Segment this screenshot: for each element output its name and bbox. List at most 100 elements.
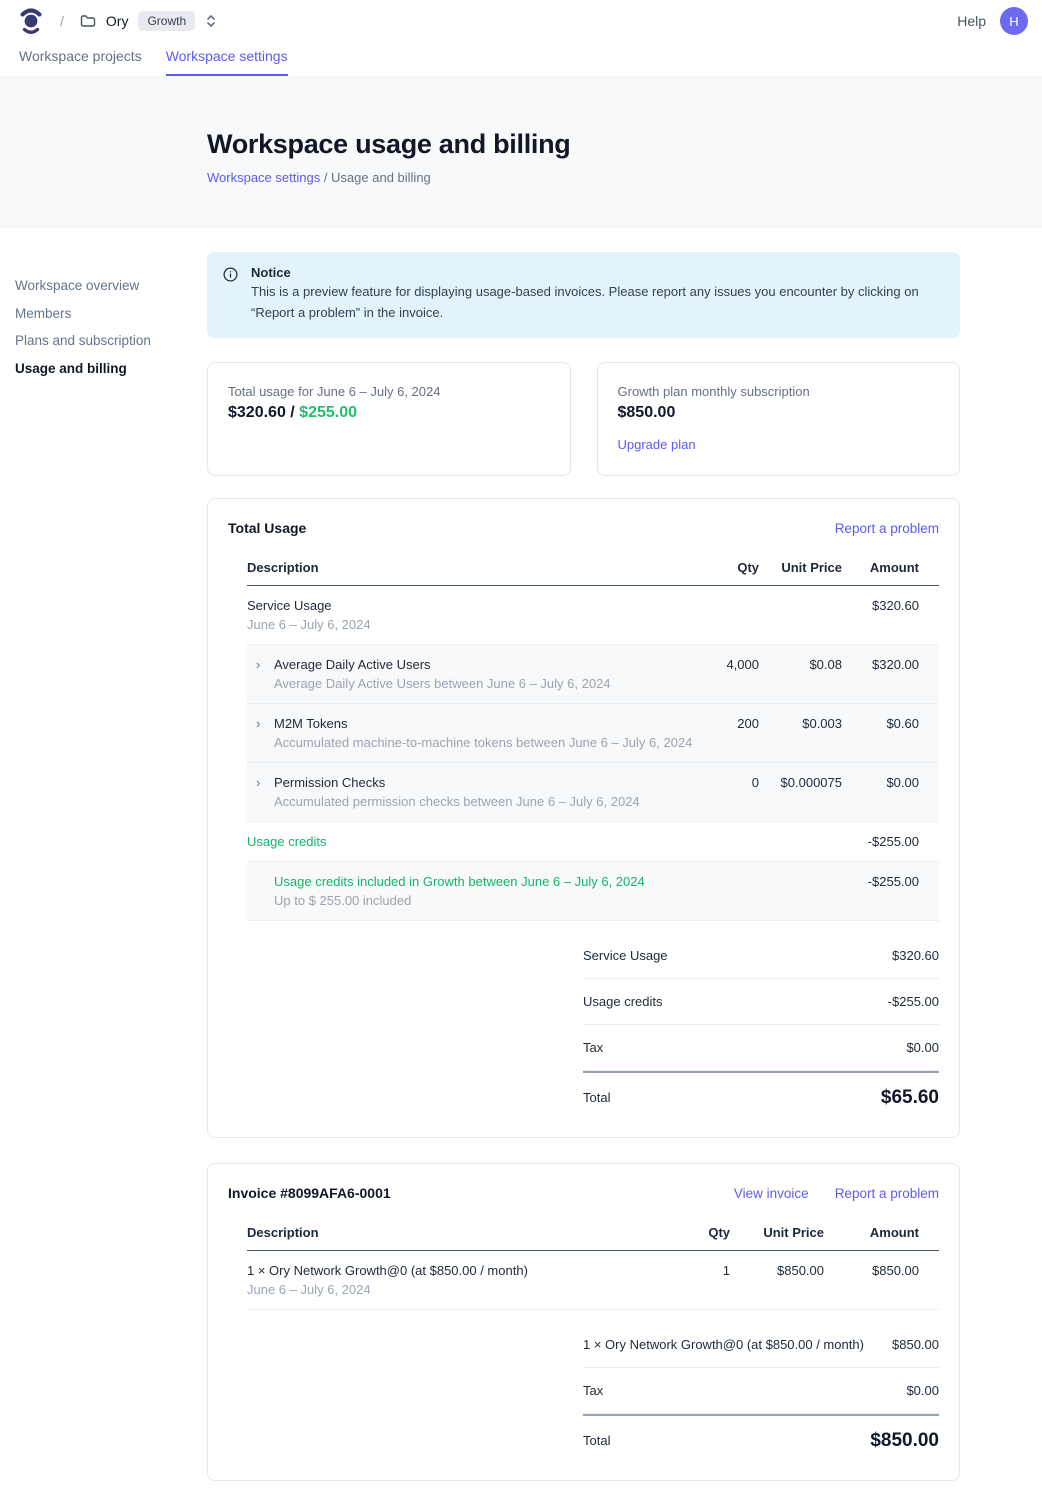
invoice-summary: 1 × Ory Network Growth@0 (at $850.00 / m… bbox=[583, 1322, 939, 1460]
col-qty: Qty bbox=[699, 560, 759, 575]
settings-sidenav: Workspace overview Members Plans and sub… bbox=[15, 278, 185, 388]
col-amount: Amount bbox=[824, 1225, 939, 1240]
ory-logo-icon[interactable] bbox=[20, 6, 42, 36]
page-header: Workspace usage and billing Workspace se… bbox=[0, 76, 1042, 228]
page-title: Workspace usage and billing bbox=[207, 129, 1042, 160]
col-qty: Qty bbox=[674, 1225, 730, 1240]
row-amount: $0.60 bbox=[842, 716, 939, 731]
row-amount: $850.00 bbox=[824, 1263, 939, 1278]
row-title: Average Daily Active Users bbox=[274, 657, 611, 672]
notice-title: Notice bbox=[251, 265, 941, 280]
tab-workspace-projects[interactable]: Workspace projects bbox=[19, 48, 142, 76]
row-title: M2M Tokens bbox=[274, 716, 692, 731]
workspace-switcher-icon[interactable] bbox=[205, 14, 217, 28]
usage-summary: Service Usage $320.60 Usage credits -$25… bbox=[583, 933, 939, 1117]
usage-credit-amount: $255.00 bbox=[299, 404, 357, 421]
subscription-card: Growth plan monthly subscription $850.00… bbox=[597, 362, 961, 476]
table-row-usage-credits-detail: Usage credits included in Growth between… bbox=[247, 862, 939, 921]
user-avatar[interactable]: H bbox=[1000, 7, 1028, 35]
subscription-value: $850.00 bbox=[618, 404, 940, 422]
summary-label: Service Usage bbox=[583, 948, 668, 963]
total-usage-card: Total usage for June 6 – July 6, 2024 $3… bbox=[207, 362, 571, 476]
breadcrumb-current: / Usage and billing bbox=[320, 170, 431, 185]
row-unit-price: $0.08 bbox=[759, 657, 842, 672]
invoice-table-header: Description Qty Unit Price Amount bbox=[247, 1219, 939, 1251]
summary-value: $0.00 bbox=[906, 1383, 939, 1398]
workspace-tabs: Workspace projects Workspace settings bbox=[0, 42, 1042, 76]
notice-body: This is a preview feature for displaying… bbox=[251, 282, 941, 324]
invoice-table: Description Qty Unit Price Amount 1 × Or… bbox=[247, 1219, 939, 1310]
invoice-title: Invoice #8099AFA6-0001 bbox=[228, 1185, 391, 1201]
table-row-daily-active-users: › Average Daily Active Users Average Dai… bbox=[247, 645, 939, 704]
summary-row-total: Total $65.60 bbox=[583, 1071, 939, 1117]
tab-workspace-settings[interactable]: Workspace settings bbox=[166, 48, 288, 76]
sidebar-item-members[interactable]: Members bbox=[15, 306, 185, 321]
report-problem-link[interactable]: Report a problem bbox=[835, 1186, 939, 1201]
total-usage-panel: Total Usage Report a problem Description… bbox=[207, 498, 960, 1138]
summary-label: Tax bbox=[583, 1383, 603, 1398]
expand-chevron-icon[interactable]: › bbox=[247, 716, 274, 750]
sidebar-item-plans-and-subscription[interactable]: Plans and subscription bbox=[15, 333, 185, 348]
usage-table-header: Description Qty Unit Price Amount bbox=[247, 554, 939, 586]
summary-label: Tax bbox=[583, 1040, 603, 1055]
table-row-usage-credits: Usage credits -$255.00 bbox=[247, 822, 939, 862]
row-amount: -$255.00 bbox=[842, 834, 939, 849]
row-amount: $0.00 bbox=[842, 775, 939, 790]
sidebar-item-workspace-overview[interactable]: Workspace overview bbox=[15, 278, 185, 293]
row-subtitle: Accumulated permission checks between Ju… bbox=[274, 794, 640, 809]
sidebar-item-usage-and-billing[interactable]: Usage and billing bbox=[15, 361, 185, 376]
col-amount: Amount bbox=[842, 560, 939, 575]
summary-value: $0.00 bbox=[906, 1040, 939, 1055]
row-title: 1 × Ory Network Growth@0 (at $850.00 / m… bbox=[247, 1263, 674, 1278]
row-title: Permission Checks bbox=[274, 775, 640, 790]
usage-amount: $320.60 / bbox=[228, 404, 299, 421]
subscription-label: Growth plan monthly subscription bbox=[618, 384, 940, 399]
summary-total-value: $65.60 bbox=[881, 1087, 939, 1109]
summary-label: Total bbox=[583, 1090, 610, 1105]
help-link[interactable]: Help bbox=[957, 13, 986, 29]
invoice-panel: Invoice #8099AFA6-0001 View invoice Repo… bbox=[207, 1163, 960, 1481]
summary-value: $320.60 bbox=[892, 948, 939, 963]
summary-label: Total bbox=[583, 1433, 610, 1448]
row-amount: -$255.00 bbox=[842, 874, 939, 889]
workspace-name[interactable]: Ory bbox=[106, 13, 129, 29]
col-description: Description bbox=[247, 560, 699, 575]
row-subtitle: Average Daily Active Users between June … bbox=[274, 676, 611, 691]
row-unit-price: $0.000075 bbox=[759, 775, 842, 790]
row-unit-price: $850.00 bbox=[730, 1263, 824, 1278]
expand-chevron-icon[interactable]: › bbox=[247, 657, 274, 691]
breadcrumb-link-workspace-settings[interactable]: Workspace settings bbox=[207, 170, 320, 185]
table-row-growth-plan: 1 × Ory Network Growth@0 (at $850.00 / m… bbox=[247, 1251, 939, 1310]
report-problem-link[interactable]: Report a problem bbox=[835, 521, 939, 536]
summary-total-value: $850.00 bbox=[870, 1430, 939, 1452]
view-invoice-link[interactable]: View invoice bbox=[734, 1186, 809, 1201]
summary-row-total: Total $850.00 bbox=[583, 1414, 939, 1460]
breadcrumb: Workspace settings / Usage and billing bbox=[207, 170, 1042, 185]
expand-chevron-icon[interactable]: › bbox=[247, 775, 274, 809]
row-subtitle: June 6 – July 6, 2024 bbox=[247, 617, 699, 632]
row-unit-price: $0.003 bbox=[759, 716, 842, 731]
breadcrumb-separator: / bbox=[60, 13, 64, 29]
row-subtitle: June 6 – July 6, 2024 bbox=[247, 1282, 674, 1297]
top-bar: / Ory Growth Help H bbox=[0, 0, 1042, 42]
table-row-service-usage: Service Usage June 6 – July 6, 2024 $320… bbox=[247, 586, 939, 645]
usage-panel-title: Total Usage bbox=[228, 520, 306, 536]
row-amount: $320.60 bbox=[842, 598, 939, 613]
summary-row-tax: Tax $0.00 bbox=[583, 1025, 939, 1071]
summary-value: -$255.00 bbox=[888, 994, 939, 1009]
row-qty: 4,000 bbox=[699, 657, 759, 672]
upgrade-plan-link[interactable]: Upgrade plan bbox=[618, 437, 696, 452]
summary-row-service-usage: Service Usage $320.60 bbox=[583, 933, 939, 979]
row-qty: 200 bbox=[699, 716, 759, 731]
preview-notice: Notice This is a preview feature for dis… bbox=[207, 252, 960, 338]
col-unit-price: Unit Price bbox=[730, 1225, 824, 1240]
total-usage-label: Total usage for June 6 – July 6, 2024 bbox=[228, 384, 550, 399]
row-qty: 0 bbox=[699, 775, 759, 790]
plan-badge: Growth bbox=[138, 11, 195, 31]
row-title: Usage credits bbox=[247, 834, 699, 849]
summary-row-tax: Tax $0.00 bbox=[583, 1368, 939, 1414]
folder-icon bbox=[80, 13, 96, 29]
usage-table: Description Qty Unit Price Amount Servic… bbox=[247, 554, 939, 921]
row-title: Usage credits included in Growth between… bbox=[274, 874, 699, 889]
row-title: Service Usage bbox=[247, 598, 699, 613]
